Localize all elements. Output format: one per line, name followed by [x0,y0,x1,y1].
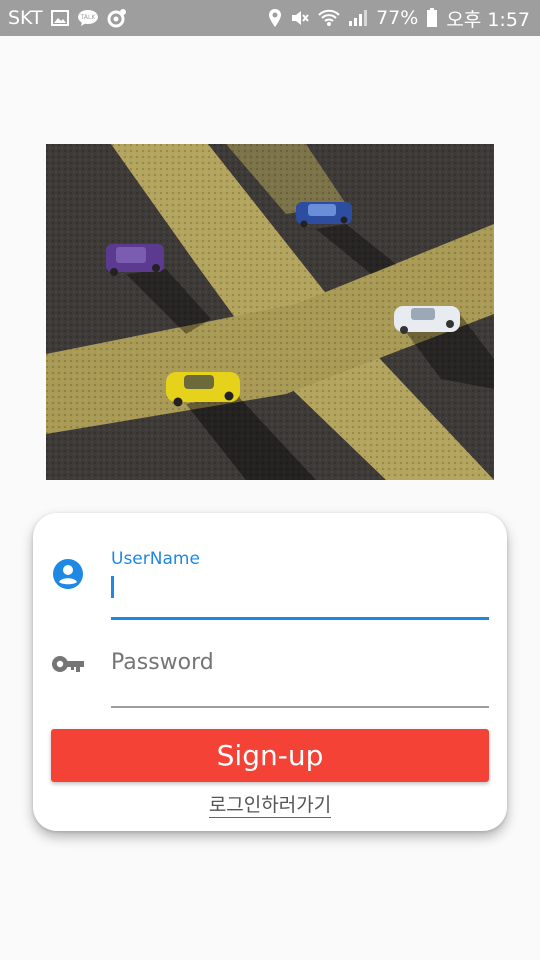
key-icon [51,652,85,680]
battery-icon [426,8,438,28]
status-bar-right: 77% 오후 1:57 [268,5,530,32]
talk-icon: TALK [77,9,99,27]
clock: 오후 1:57 [446,8,530,31]
svg-text:TALK: TALK [79,14,96,21]
login-link[interactable]: 로그인하러가기 [33,790,507,818]
username-input[interactable] [111,569,489,617]
signup-button[interactable]: Sign-up [51,729,489,782]
signup-card: UserName Password Sign-up 로그인하러가기 [33,513,507,831]
image-icon [50,10,69,26]
password-input[interactable]: Password [111,650,214,675]
login-link-text[interactable]: 로그인하러가기 [208,794,332,818]
password-underline [111,706,489,708]
account-circle-icon [52,558,84,594]
status-bar: SKT TALK 77% 오후 1:57 [0,0,540,36]
mute-icon [290,9,310,27]
signal-icon [348,9,368,27]
username-underline [111,617,489,620]
location-icon [268,8,282,28]
status-bar-left: SKT TALK [8,7,127,29]
toy-cars-on-road-image [46,144,494,480]
wifi-icon [318,9,340,27]
circle-app-icon [107,8,127,28]
carrier-label: SKT [8,7,43,29]
username-label: UserName [111,549,200,569]
battery-percent: 77% [376,7,419,29]
